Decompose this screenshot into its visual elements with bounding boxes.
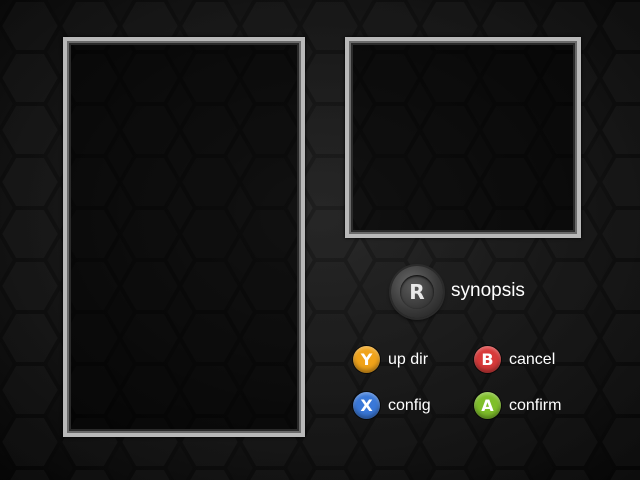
x-button-icon[interactable]: X bbox=[353, 392, 380, 419]
hint-confirm[interactable]: A confirm bbox=[474, 392, 561, 419]
a-button-icon[interactable]: A bbox=[474, 392, 501, 419]
hint-cancel[interactable]: B cancel bbox=[474, 346, 555, 373]
y-button-icon[interactable]: Y bbox=[353, 346, 380, 373]
r-glyph: R bbox=[400, 275, 434, 309]
preview-panel-left bbox=[63, 37, 305, 437]
hint-config[interactable]: X config bbox=[353, 392, 431, 419]
confirm-label: confirm bbox=[509, 396, 562, 414]
r-button-icon[interactable]: R bbox=[391, 266, 443, 318]
synopsis-label: synopsis bbox=[451, 280, 525, 301]
hint-up-dir[interactable]: Y up dir bbox=[353, 346, 428, 373]
config-label: config bbox=[388, 396, 431, 414]
cancel-label: cancel bbox=[509, 350, 556, 368]
preview-panel-right bbox=[345, 37, 581, 238]
up-dir-label: up dir bbox=[388, 350, 429, 368]
b-button-icon[interactable]: B bbox=[474, 346, 501, 373]
